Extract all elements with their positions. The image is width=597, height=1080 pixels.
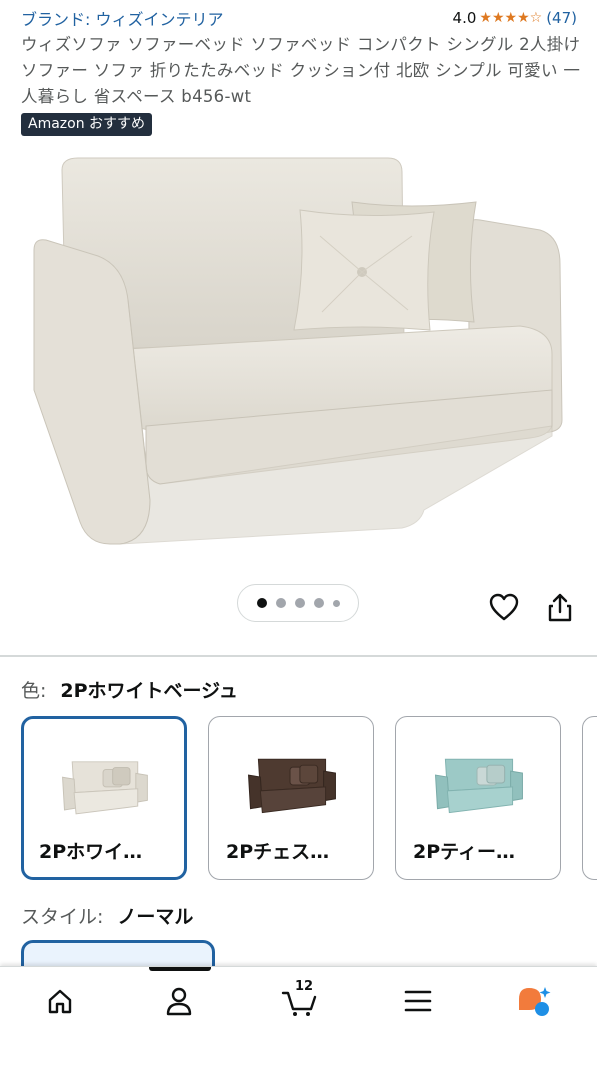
cart-icon[interactable]: 12 — [279, 979, 319, 1021]
color-selected-value: 2Pホワイトベージュ — [60, 680, 238, 702]
carousel-dot[interactable] — [332, 599, 340, 607]
color-option-white-beige[interactable]: 2Pホワイ… — [21, 716, 187, 880]
brand-link[interactable]: ブランド: ウィズインテリア — [21, 6, 223, 30]
style-label: スタイル: — [21, 906, 104, 928]
product-image[interactable] — [0, 140, 597, 580]
rating-count[interactable]: (47) — [546, 9, 577, 27]
carousel-dot-active[interactable] — [256, 598, 267, 608]
swatch-thumbnail — [434, 758, 523, 814]
share-icon[interactable] — [542, 589, 578, 625]
star-rating: ★ ★ ★ ★ ☆ — [479, 11, 542, 25]
carousel-dot[interactable] — [313, 598, 324, 608]
star-icon: ★ — [479, 10, 492, 26]
bottom-nav-bar: 12 — [0, 966, 597, 1080]
section-divider — [0, 655, 597, 657]
color-option-more[interactable] — [582, 716, 597, 880]
color-option-label: 2Pチェス… — [226, 841, 330, 863]
carousel-dot[interactable] — [294, 598, 305, 608]
star-empty-icon: ☆ — [529, 10, 543, 26]
wishlist-heart-icon[interactable] — [486, 589, 522, 625]
swatch-thumbnail — [62, 761, 148, 815]
color-option-label: 2Pティー… — [413, 841, 516, 863]
color-label: 色: — [21, 680, 47, 702]
rating-value: 4.0 — [452, 9, 477, 27]
rating[interactable]: 4.0 ★ ★ ★ ★ ☆ (47) — [453, 9, 577, 27]
product-title: ウィズソファ ソファーベッド ソファベッド コンパクト シングル 2人掛け ソフ… — [21, 35, 581, 106]
style-label-row: スタイル: ノーマル — [21, 902, 193, 929]
swatch-thumbnail — [247, 758, 336, 814]
color-label-row: 色: 2Pホワイトベージュ — [21, 676, 238, 703]
home-icon[interactable] — [40, 981, 80, 1021]
color-option-teal[interactable]: 2Pティー… — [395, 716, 561, 880]
account-icon[interactable] — [159, 981, 199, 1021]
nav-active-indicator — [149, 967, 211, 971]
color-option-chestnut[interactable]: 2Pチェス… — [208, 716, 374, 880]
star-icon: ★ — [504, 10, 518, 26]
amazon-choice-badge: Amazon おすすめ — [21, 113, 153, 136]
menu-icon[interactable] — [398, 981, 438, 1021]
star-icon: ★ — [491, 10, 505, 26]
brand-rating-row: ブランド: ウィズインテリア 4.0 ★ ★ ★ ★ ☆ (47) — [21, 6, 577, 30]
star-icon: ★ — [517, 10, 530, 26]
image-carousel-dots[interactable] — [237, 584, 359, 622]
style-selected-value: ノーマル — [117, 906, 194, 928]
color-option-label: 2Pホワイ… — [39, 841, 143, 863]
carousel-dot[interactable] — [275, 598, 286, 608]
cart-count: 12 — [295, 979, 314, 994]
rufus-assistant-icon[interactable] — [514, 981, 554, 1021]
